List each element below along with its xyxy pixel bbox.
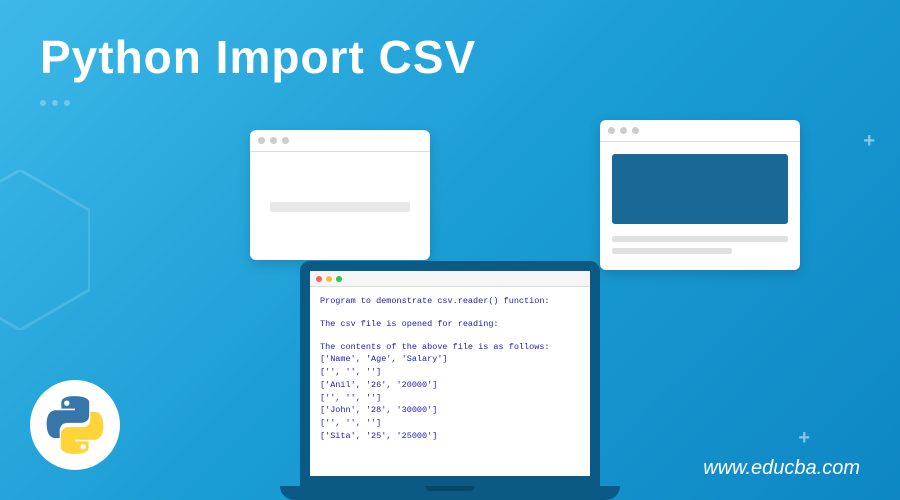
- code-window-titlebar: [310, 271, 590, 287]
- python-logo-badge: [30, 380, 120, 470]
- plus-icon: +: [798, 427, 810, 450]
- code-line: The contents of the above file is as fol…: [320, 341, 580, 354]
- code-line: ['', '', '']: [320, 392, 580, 405]
- maximize-icon: [336, 276, 342, 282]
- code-output: Program to demonstrate csv.reader() func…: [310, 287, 590, 451]
- page-title: Python Import CSV: [40, 30, 476, 84]
- hexagon-shape: [0, 170, 90, 330]
- laptop-illustration: Program to demonstrate csv.reader() func…: [280, 261, 620, 500]
- plus-icon: +: [863, 130, 875, 153]
- browser-titlebar: [250, 130, 430, 152]
- laptop-screen: Program to demonstrate csv.reader() func…: [300, 261, 600, 486]
- code-line: The csv file is opened for reading:: [320, 318, 580, 331]
- background-browser-left: [250, 130, 430, 260]
- code-line: ['John', '28', '30000']: [320, 404, 580, 417]
- code-line: ['Anil', '26', '20000']: [320, 379, 580, 392]
- browser-titlebar: [600, 120, 800, 142]
- code-line: ['', '', '']: [320, 417, 580, 430]
- minimize-icon: [326, 276, 332, 282]
- brand-url: www.educba.com: [703, 457, 860, 480]
- python-logo-icon: [45, 395, 105, 455]
- code-line: ['Sita', '25', '25000']: [320, 430, 580, 443]
- close-icon: [316, 276, 322, 282]
- laptop-base: [280, 486, 620, 500]
- code-line: ['', '', '']: [320, 366, 580, 379]
- background-browser-right: [600, 120, 800, 270]
- code-line: ['Name', 'Age', 'Salary']: [320, 353, 580, 366]
- code-line: Program to demonstrate csv.reader() func…: [320, 295, 580, 308]
